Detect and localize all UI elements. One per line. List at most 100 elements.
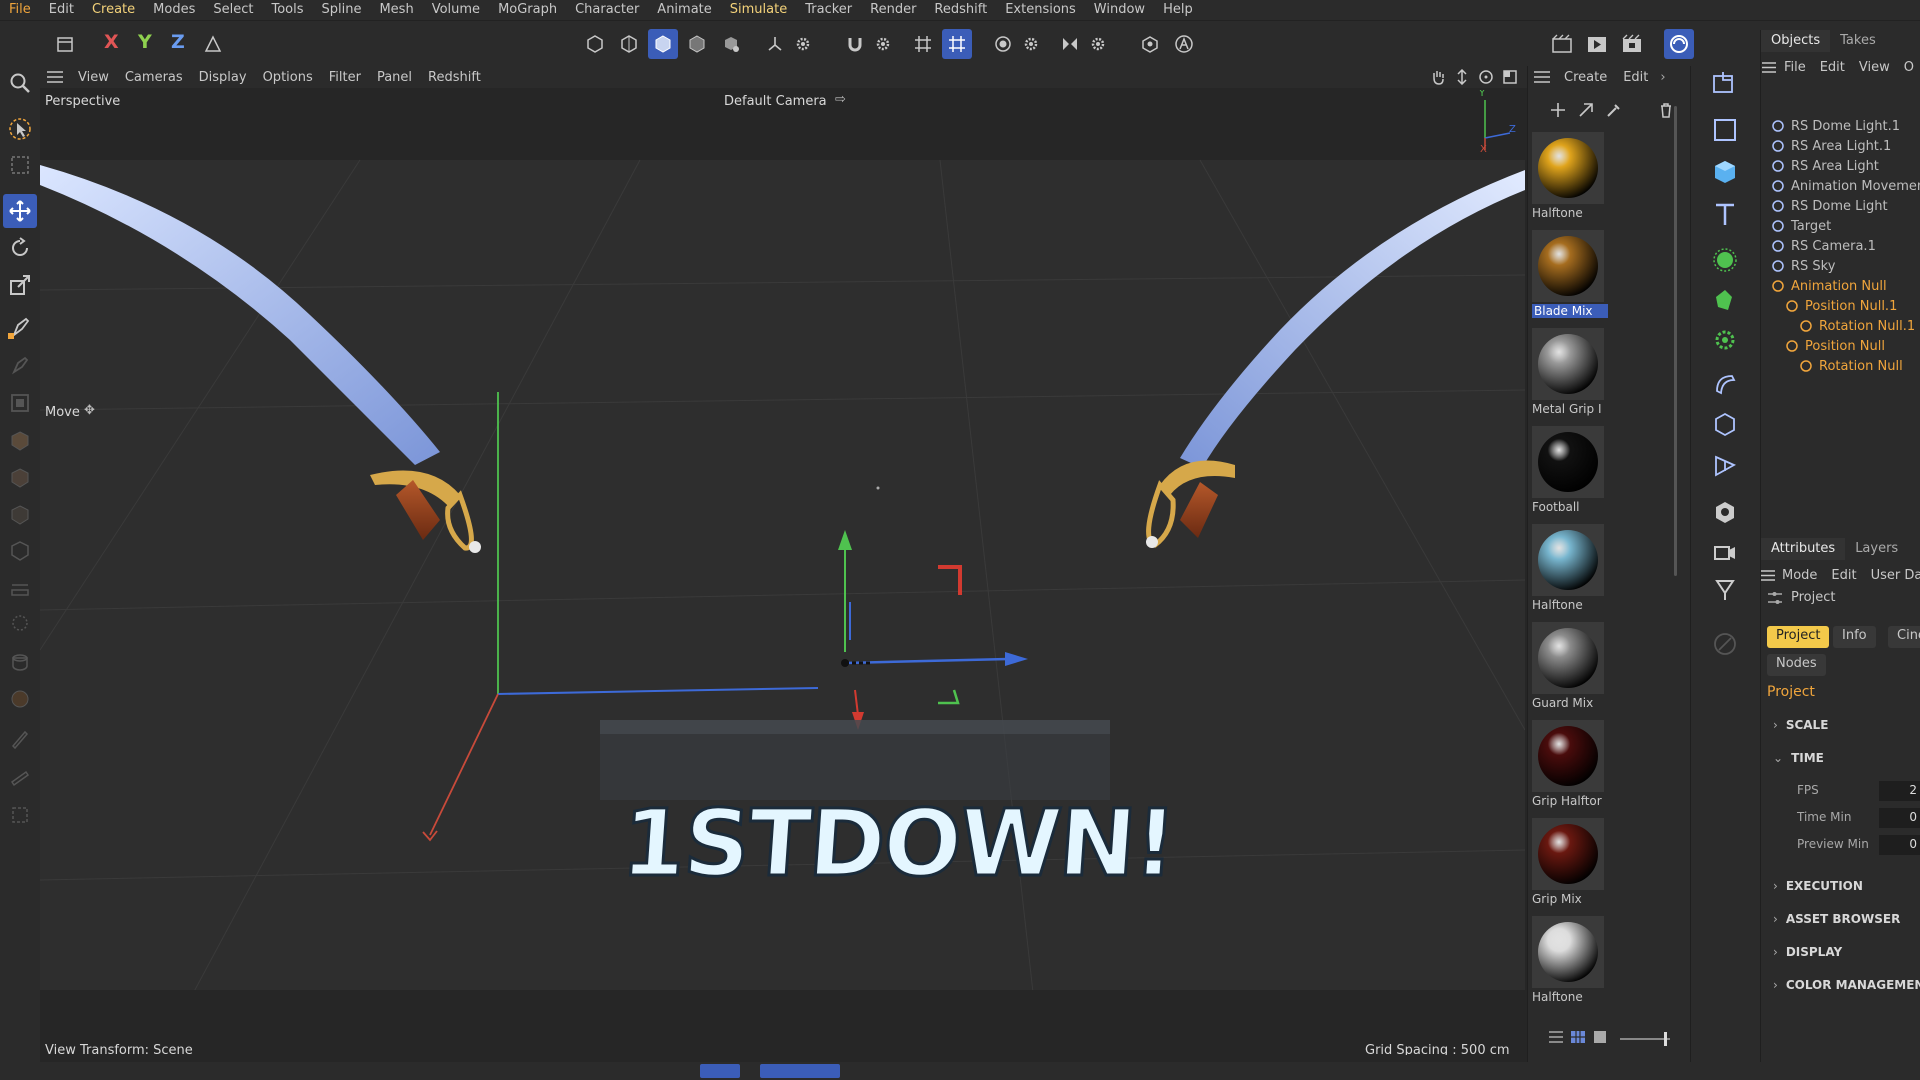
cube-3d-icon[interactable] [1707,154,1743,190]
tab-layers[interactable]: Layers [1845,538,1908,560]
material-swatch[interactable]: Grip Halftor [1532,720,1604,818]
loop-select-icon[interactable] [3,570,37,604]
material-scrollbar[interactable] [1674,106,1677,576]
polygon-pen-icon[interactable] [3,386,37,420]
fps-field[interactable]: 2 [1879,781,1920,801]
menu-extensions[interactable]: Extensions [996,0,1085,20]
list-view-icon[interactable] [1548,1030,1564,1044]
menu-redshift[interactable]: Redshift [925,0,996,20]
object-tree-item[interactable]: Animation Movement [1771,176,1920,196]
mograph-cloner-icon[interactable] [1707,242,1743,278]
viewport-menu-redshift[interactable]: Redshift [420,70,489,85]
object-tree-item[interactable]: Position Null.1 [1785,296,1897,316]
info-tab-button[interactable]: Info [1833,626,1876,648]
object-manager-icon[interactable] [1707,66,1743,102]
viewport-menu-cameras[interactable]: Cameras [117,70,191,85]
chevron-right-icon[interactable]: › [1656,70,1669,85]
menu-mesh[interactable]: Mesh [370,0,422,20]
deformer-bend-icon[interactable] [1707,366,1743,402]
object-tree-item[interactable]: RS Dome Light.1 [1771,116,1900,136]
object-tree-item[interactable]: Animation Null [1771,276,1887,296]
coordinate-system-icon[interactable] [198,29,228,59]
grid-view-icon[interactable] [1570,1030,1586,1044]
attribute-hamburger-icon[interactable] [1761,569,1775,581]
bevel-icon[interactable] [3,498,37,532]
eyedropper-icon[interactable] [1606,102,1622,118]
effector-gear-icon[interactable] [1707,322,1743,358]
menu-mograph[interactable]: MoGraph [489,0,566,20]
camera-icon[interactable] [1707,534,1743,570]
material-swatch[interactable]: Guard Mix [1532,622,1604,720]
hamburger-menu-icon[interactable] [40,71,70,83]
section-asset-browser[interactable]: › ASSET BROWSER [1773,912,1900,926]
section-scale[interactable]: › SCALE [1773,718,1828,732]
material-swatch[interactable]: Halftone [1532,524,1604,622]
viewport-menu-options[interactable]: Options [255,70,321,85]
axis-mode-icon[interactable] [760,29,790,59]
playhead-range[interactable] [760,1064,840,1078]
object-tree-item[interactable]: RS Sky [1771,256,1835,276]
grid-snap-icon[interactable] [942,29,972,59]
menu-tools[interactable]: Tools [262,0,312,20]
symmetry-icon[interactable] [1055,29,1085,59]
render-region-icon[interactable] [1135,29,1165,59]
object-tree-item[interactable]: Target [1771,216,1831,236]
viewport-menu-filter[interactable]: Filter [321,70,369,85]
object-tree-item[interactable]: RS Area Light.1 [1771,136,1891,156]
pan-hand-icon[interactable] [1430,69,1446,85]
object-menu-view[interactable]: View [1852,60,1897,75]
cube-primitive-icon[interactable] [1707,112,1743,148]
object-tree-item[interactable]: Rotation Null.1 [1799,316,1915,336]
workplane-icon[interactable] [3,798,37,832]
material-swatch[interactable]: Metal Grip I [1532,328,1604,426]
extrude-icon[interactable] [3,424,37,458]
timeline-marker[interactable] [700,1064,740,1078]
menu-modes[interactable]: Modes [144,0,204,20]
material-swatch[interactable]: Halftone [1532,132,1604,230]
apply-material-arrow-icon[interactable] [1578,102,1594,118]
attribute-menu-mode[interactable]: Mode [1775,568,1824,583]
search-icon[interactable] [3,66,37,100]
material-menu-edit[interactable]: Edit [1615,70,1656,85]
object-hamburger-icon[interactable] [1761,61,1777,73]
menu-create[interactable]: Create [83,0,144,20]
paint-tool-icon[interactable] [3,682,37,716]
magnet-tool-icon[interactable] [3,606,37,640]
menu-animate[interactable]: Animate [648,0,720,20]
thumbnail-size-slider[interactable] [1620,1038,1670,1040]
object-tree-item[interactable]: RS Dome Light [1771,196,1888,216]
delete-trash-icon[interactable] [1658,102,1674,118]
material-swatch[interactable]: Blade Mix [1532,230,1608,328]
thumbnail-size-slider-handle[interactable] [1664,1032,1667,1046]
mograph-fracture-icon[interactable] [1707,282,1743,318]
viewport-menu-view[interactable]: View [70,70,117,85]
menu-tracker[interactable]: Tracker [796,0,861,20]
time-min-field[interactable]: 0 [1879,808,1920,828]
3d-viewport[interactable]: Perspective Default Camera ⇨ 1STDOWN! Y … [40,90,1525,1055]
add-material-icon[interactable] [1550,102,1566,118]
menu-render[interactable]: Render [861,0,925,20]
menu-help[interactable]: Help [1154,0,1202,20]
section-execution[interactable]: › EXECUTION [1773,879,1863,893]
axis-z-toggle[interactable]: Z [171,31,185,53]
object-tree-item[interactable]: Position Null [1785,336,1885,356]
snap-settings-gear-icon[interactable] [868,29,898,59]
object-tree-item[interactable]: RS Camera.1 [1771,236,1876,256]
workplane-grid-icon[interactable] [908,29,938,59]
axis-x-toggle[interactable]: X [104,31,119,53]
viewport-menu-panel[interactable]: Panel [369,70,420,85]
section-time[interactable]: ⌄ TIME [1773,751,1824,765]
menu-select[interactable]: Select [204,0,262,20]
sculpt-brush-icon[interactable] [3,644,37,678]
snap-magnet-icon[interactable] [840,29,870,59]
render-view-play-icon[interactable] [1582,29,1612,59]
viewport-menu-display[interactable]: Display [191,70,255,85]
maximize-view-icon[interactable] [1502,69,1518,85]
edge-mode-icon[interactable] [682,29,712,59]
point-mode-icon[interactable] [716,29,746,59]
section-color-management[interactable]: › COLOR MANAGEMENT [1773,978,1920,992]
menu-character[interactable]: Character [566,0,648,20]
menu-file[interactable]: File [0,0,40,20]
sketch-tool-icon[interactable] [3,348,37,382]
render-settings-icon[interactable] [1547,29,1577,59]
